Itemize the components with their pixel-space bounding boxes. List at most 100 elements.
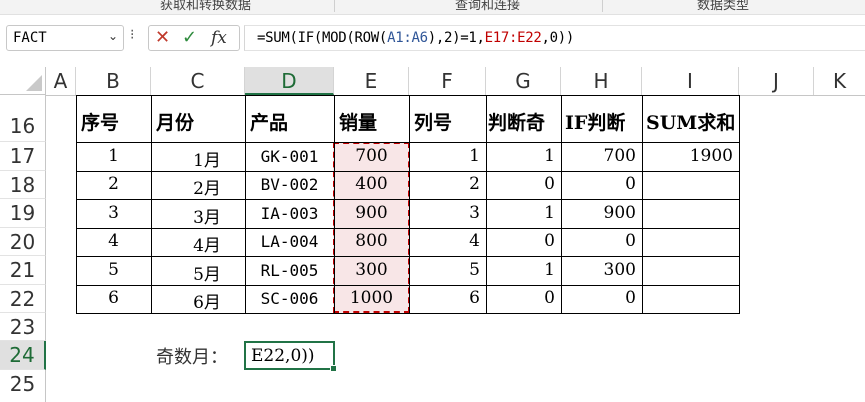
- fill-handle[interactable]: [330, 365, 337, 372]
- cell-b20[interactable]: 4: [76, 231, 151, 251]
- header-cell-sales[interactable]: 销量: [334, 108, 409, 135]
- cell-e19[interactable]: 900: [334, 203, 409, 223]
- formula-part: ,0)): [541, 30, 575, 46]
- cell-e21[interactable]: 300: [334, 260, 409, 280]
- column-header-j[interactable]: J: [739, 67, 814, 95]
- ribbon-data-types[interactable]: 数据类型: [697, 0, 749, 13]
- column-header-d[interactable]: D: [245, 67, 334, 95]
- column-header-a[interactable]: A: [46, 67, 76, 95]
- header-cell-month[interactable]: 月份: [151, 108, 245, 135]
- cell-g21[interactable]: 1: [486, 260, 561, 280]
- column-header-c[interactable]: C: [151, 67, 245, 95]
- cell-b17[interactable]: 1: [76, 146, 151, 166]
- grid-line: [76, 256, 740, 257]
- row-header-19[interactable]: 19: [0, 199, 46, 228]
- column-header-g[interactable]: G: [486, 67, 561, 95]
- header-cell-product[interactable]: 产品: [245, 108, 334, 135]
- cell-h18[interactable]: 0: [561, 174, 642, 194]
- cell-c17[interactable]: 1月: [151, 146, 245, 171]
- header-cell-seq[interactable]: 序号: [76, 108, 151, 135]
- row-header-25[interactable]: 25: [0, 370, 46, 402]
- chevron-down-icon[interactable]: ⌄: [108, 29, 118, 43]
- cell-h17[interactable]: 700: [561, 146, 642, 166]
- ribbon-get-transform-data[interactable]: 获取和转换数据: [160, 0, 251, 13]
- row-header-22[interactable]: 22: [0, 285, 46, 313]
- column-header-e[interactable]: E: [334, 67, 409, 95]
- grid-line: [76, 171, 740, 172]
- cell-d19[interactable]: IA-003: [245, 204, 334, 223]
- cell-c18[interactable]: 2月: [151, 174, 245, 199]
- grid-line: [76, 313, 740, 314]
- cell-g19[interactable]: 1: [486, 203, 561, 223]
- cell-e20[interactable]: 800: [334, 231, 409, 251]
- formula-ref-e17-e22: E17:E22: [484, 30, 542, 46]
- active-edit-cell-d24[interactable]: E22,0)): [244, 341, 337, 372]
- grid-line: [409, 95, 410, 313]
- cell-f18[interactable]: 2: [409, 174, 486, 194]
- column-header-k[interactable]: K: [814, 67, 865, 95]
- enter-icon[interactable]: ✓: [182, 27, 197, 48]
- grid-line: [151, 95, 152, 313]
- cell-h21[interactable]: 300: [561, 260, 642, 280]
- header-cell-col-num[interactable]: 列号: [409, 108, 486, 135]
- cell-h22[interactable]: 0: [561, 288, 642, 308]
- header-cell-sum[interactable]: SUM求和: [642, 108, 739, 135]
- grid-line: [76, 142, 740, 143]
- formula-bar: FACT ⌄ ⁝ ✕ ✓ fx =SUM(IF(MOD(ROW(A1:A6),2…: [0, 15, 865, 63]
- grid-line: [76, 285, 740, 286]
- ribbon-queries-connections[interactable]: 查询和连接: [455, 0, 520, 13]
- name-box[interactable]: FACT ⌄: [6, 25, 124, 51]
- cell-f20[interactable]: 4: [409, 231, 486, 251]
- header-cell-if[interactable]: IF判断: [561, 108, 642, 135]
- column-header-b[interactable]: B: [76, 67, 151, 95]
- column-header-i[interactable]: I: [642, 67, 739, 95]
- row-header-23[interactable]: 23: [0, 313, 46, 341]
- cell-g17[interactable]: 1: [486, 146, 561, 166]
- cell-e17[interactable]: 700: [334, 146, 409, 166]
- cell-d18[interactable]: BV-002: [245, 175, 334, 194]
- cell-b22[interactable]: 6: [76, 288, 151, 308]
- cell-c19[interactable]: 3月: [151, 203, 245, 228]
- cell-c22[interactable]: 6月: [151, 288, 245, 313]
- cell-b19[interactable]: 3: [76, 203, 151, 223]
- column-header-f[interactable]: F: [409, 67, 486, 95]
- cell-f21[interactable]: 5: [409, 260, 486, 280]
- cell-b21[interactable]: 5: [76, 260, 151, 280]
- row-header-16[interactable]: 16: [0, 95, 46, 142]
- grid-line: [245, 95, 246, 313]
- cell-i17[interactable]: 1900: [642, 146, 739, 166]
- row-header-24[interactable]: 24: [0, 341, 46, 370]
- cell-g18[interactable]: 0: [486, 174, 561, 194]
- cell-c21[interactable]: 5月: [151, 260, 245, 285]
- row-header-17[interactable]: 17: [0, 142, 46, 171]
- cell-e22[interactable]: 1000: [334, 288, 409, 308]
- formula-part: ),2)=1,: [427, 30, 485, 46]
- cell-e18[interactable]: 400: [334, 174, 409, 194]
- cell-f22[interactable]: 6: [409, 288, 486, 308]
- select-all-corner[interactable]: [0, 67, 46, 95]
- insert-function-icon[interactable]: fx: [211, 28, 227, 48]
- cell-h20[interactable]: 0: [561, 231, 642, 251]
- formula-input[interactable]: =SUM(IF(MOD(ROW(A1:A6),2)=1,E17:E22,0)): [244, 25, 865, 51]
- cell-h19[interactable]: 900: [561, 203, 642, 223]
- ribbon-strip: 获取和转换数据 查询和连接 数据类型: [0, 0, 865, 15]
- row-header-18[interactable]: 18: [0, 171, 46, 199]
- cell-f17[interactable]: 1: [409, 146, 486, 166]
- row-header-21[interactable]: 21: [0, 256, 46, 285]
- cell-b18[interactable]: 2: [76, 174, 151, 194]
- row-header-20[interactable]: 20: [0, 228, 46, 256]
- cell-g20[interactable]: 0: [486, 231, 561, 251]
- cell-f19[interactable]: 3: [409, 203, 486, 223]
- cell-d21[interactable]: RL-005: [245, 261, 334, 280]
- header-cell-is-odd[interactable]: 判断奇: [486, 108, 561, 135]
- name-box-value: FACT: [13, 30, 47, 46]
- cell-c20[interactable]: 4月: [151, 231, 245, 256]
- cell-d22[interactable]: SC-006: [245, 289, 334, 308]
- formula-text: =SUM(IF(MOD(ROW(A1:A6),2)=1,E17:E22,0)): [257, 30, 574, 46]
- cell-d17[interactable]: GK-001: [245, 147, 334, 166]
- cancel-icon[interactable]: ✕: [155, 27, 170, 48]
- column-header-h[interactable]: H: [561, 67, 642, 95]
- more-options-icon[interactable]: ⁝: [130, 27, 134, 43]
- cell-g22[interactable]: 0: [486, 288, 561, 308]
- cell-d20[interactable]: LA-004: [245, 232, 334, 251]
